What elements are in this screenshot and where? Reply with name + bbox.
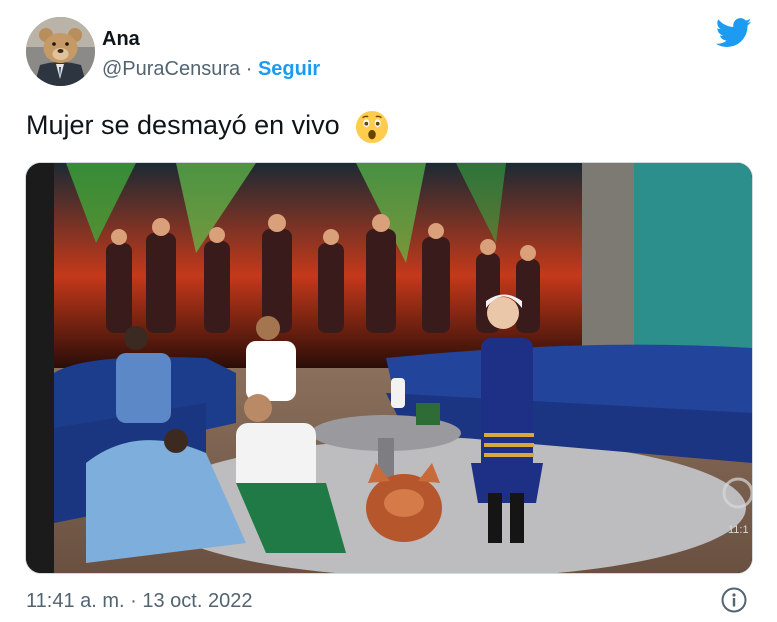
teddy-bear-avatar-icon xyxy=(26,17,95,86)
twitter-bird-icon[interactable] xyxy=(716,18,752,48)
handle-row: @PuraCensura · Seguir xyxy=(102,58,320,81)
astonished-face-icon xyxy=(356,110,389,144)
tweet-card: Ana @PuraCensura · Seguir Mujer se desma… xyxy=(0,0,777,622)
author-name[interactable]: Ana xyxy=(102,28,140,51)
tweet-text: Mujer se desmayó en vivo xyxy=(26,110,389,144)
follow-link[interactable]: Seguir xyxy=(258,58,320,80)
corner-mark: 11:1 xyxy=(728,524,749,536)
timestamp[interactable]: 11:41 a. m. · 13 oct. 2022 xyxy=(26,590,252,613)
tweet-media[interactable]: 11:1 xyxy=(25,162,753,574)
tweet-text-content: Mujer se desmayó en vivo xyxy=(26,110,340,141)
separator-dot: · xyxy=(245,58,253,80)
video-still-image: 11:1 xyxy=(26,163,752,573)
author-handle[interactable]: @PuraCensura xyxy=(102,58,240,80)
avatar[interactable] xyxy=(26,17,95,86)
info-icon[interactable] xyxy=(721,587,747,613)
